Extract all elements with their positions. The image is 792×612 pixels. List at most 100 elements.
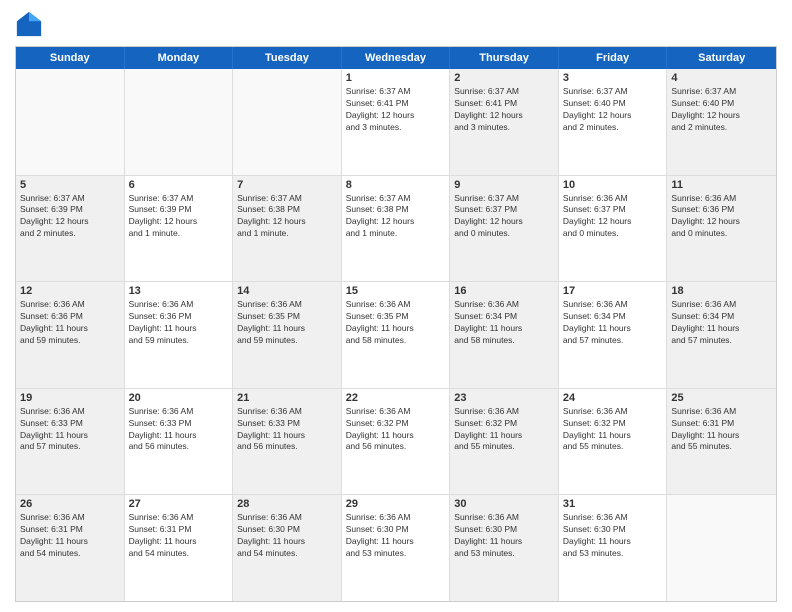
cell-line: and 54 minutes. (237, 548, 337, 560)
day-number: 6 (129, 179, 229, 191)
cell-line: and 59 minutes. (237, 335, 337, 347)
day-number: 3 (563, 72, 663, 84)
day-number: 21 (237, 392, 337, 404)
calendar-cell: 28Sunrise: 6:36 AMSunset: 6:30 PMDayligh… (233, 495, 342, 601)
calendar-cell: 16Sunrise: 6:36 AMSunset: 6:34 PMDayligh… (450, 282, 559, 388)
cell-line: Sunrise: 6:37 AM (346, 86, 446, 98)
calendar-cell: 8Sunrise: 6:37 AMSunset: 6:38 PMDaylight… (342, 176, 451, 282)
day-number: 24 (563, 392, 663, 404)
cell-line: Sunset: 6:39 PM (20, 204, 120, 216)
calendar-cell: 21Sunrise: 6:36 AMSunset: 6:33 PMDayligh… (233, 389, 342, 495)
calendar-cell: 6Sunrise: 6:37 AMSunset: 6:39 PMDaylight… (125, 176, 234, 282)
cell-line: Daylight: 12 hours (671, 110, 772, 122)
cell-line: Sunset: 6:35 PM (237, 311, 337, 323)
weekday-header: Saturday (667, 47, 776, 69)
cell-line: Daylight: 11 hours (346, 536, 446, 548)
calendar-cell: 22Sunrise: 6:36 AMSunset: 6:32 PMDayligh… (342, 389, 451, 495)
cell-line: and 57 minutes. (671, 335, 772, 347)
cell-line: Sunset: 6:36 PM (129, 311, 229, 323)
cell-line: and 58 minutes. (346, 335, 446, 347)
cell-line: Daylight: 11 hours (237, 430, 337, 442)
calendar-row: 19Sunrise: 6:36 AMSunset: 6:33 PMDayligh… (16, 389, 776, 496)
cell-line: Daylight: 11 hours (671, 430, 772, 442)
day-number: 22 (346, 392, 446, 404)
calendar-cell (667, 495, 776, 601)
cell-line: Sunrise: 6:37 AM (346, 193, 446, 205)
cell-line: and 58 minutes. (454, 335, 554, 347)
cell-line: Sunset: 6:32 PM (454, 418, 554, 430)
cell-line: and 3 minutes. (454, 122, 554, 134)
calendar-cell: 13Sunrise: 6:36 AMSunset: 6:36 PMDayligh… (125, 282, 234, 388)
cell-line: Daylight: 11 hours (671, 323, 772, 335)
cell-line: Sunset: 6:31 PM (20, 524, 120, 536)
calendar-header: SundayMondayTuesdayWednesdayThursdayFrid… (16, 47, 776, 69)
cell-line: Daylight: 11 hours (454, 430, 554, 442)
cell-line: and 0 minutes. (454, 228, 554, 240)
cell-line: Sunrise: 6:37 AM (454, 193, 554, 205)
weekday-header: Monday (125, 47, 234, 69)
calendar-row: 1Sunrise: 6:37 AMSunset: 6:41 PMDaylight… (16, 69, 776, 176)
day-number: 7 (237, 179, 337, 191)
cell-line: Sunrise: 6:36 AM (563, 193, 663, 205)
cell-line: Sunrise: 6:37 AM (129, 193, 229, 205)
day-number: 29 (346, 498, 446, 510)
calendar-cell: 25Sunrise: 6:36 AMSunset: 6:31 PMDayligh… (667, 389, 776, 495)
cell-line: Daylight: 12 hours (563, 110, 663, 122)
cell-line: Sunset: 6:33 PM (129, 418, 229, 430)
cell-line: Sunrise: 6:37 AM (671, 86, 772, 98)
cell-line: Daylight: 11 hours (237, 323, 337, 335)
cell-line: Daylight: 11 hours (563, 430, 663, 442)
day-number: 12 (20, 285, 120, 297)
cell-line: and 0 minutes. (671, 228, 772, 240)
cell-line: and 56 minutes. (129, 441, 229, 453)
cell-line: Daylight: 11 hours (563, 536, 663, 548)
cell-line: Daylight: 11 hours (454, 536, 554, 548)
calendar-cell: 4Sunrise: 6:37 AMSunset: 6:40 PMDaylight… (667, 69, 776, 175)
weekday-header: Thursday (450, 47, 559, 69)
cell-line: Sunset: 6:30 PM (346, 524, 446, 536)
calendar-cell (16, 69, 125, 175)
cell-line: Sunset: 6:40 PM (671, 98, 772, 110)
cell-line: Sunrise: 6:36 AM (346, 406, 446, 418)
cell-line: and 54 minutes. (129, 548, 229, 560)
cell-line: Sunrise: 6:36 AM (454, 406, 554, 418)
cell-line: Daylight: 12 hours (129, 216, 229, 228)
day-number: 25 (671, 392, 772, 404)
cell-line: Sunset: 6:30 PM (563, 524, 663, 536)
cell-line: Sunset: 6:41 PM (346, 98, 446, 110)
cell-line: and 2 minutes. (671, 122, 772, 134)
cell-line: Daylight: 11 hours (346, 430, 446, 442)
cell-line: Sunrise: 6:36 AM (129, 299, 229, 311)
cell-line: Sunset: 6:36 PM (671, 204, 772, 216)
calendar-cell: 7Sunrise: 6:37 AMSunset: 6:38 PMDaylight… (233, 176, 342, 282)
day-number: 1 (346, 72, 446, 84)
calendar-cell: 23Sunrise: 6:36 AMSunset: 6:32 PMDayligh… (450, 389, 559, 495)
cell-line: and 54 minutes. (20, 548, 120, 560)
cell-line: Sunrise: 6:36 AM (671, 406, 772, 418)
calendar-cell: 14Sunrise: 6:36 AMSunset: 6:35 PMDayligh… (233, 282, 342, 388)
cell-line: Sunrise: 6:37 AM (454, 86, 554, 98)
cell-line: and 53 minutes. (563, 548, 663, 560)
calendar-cell: 1 Sunrise: 6:37 AMSunset: 6:41 PMDaylight… (342, 69, 451, 175)
cell-line: and 57 minutes. (20, 441, 120, 453)
cell-line: Daylight: 12 hours (20, 216, 120, 228)
cell-line: Sunset: 6:30 PM (454, 524, 554, 536)
calendar-cell: 26Sunrise: 6:36 AMSunset: 6:31 PMDayligh… (16, 495, 125, 601)
calendar-cell: 12Sunrise: 6:36 AMSunset: 6:36 PMDayligh… (16, 282, 125, 388)
calendar-row: 26Sunrise: 6:36 AMSunset: 6:31 PMDayligh… (16, 495, 776, 601)
logo (15, 10, 47, 38)
cell-line: Sunrise: 6:36 AM (129, 406, 229, 418)
calendar-cell: 3Sunrise: 6:37 AMSunset: 6:40 PMDaylight… (559, 69, 668, 175)
day-number: 14 (237, 285, 337, 297)
cell-line: Daylight: 11 hours (563, 323, 663, 335)
calendar-cell: 24Sunrise: 6:36 AMSunset: 6:32 PMDayligh… (559, 389, 668, 495)
cell-line: Sunset: 6:37 PM (563, 204, 663, 216)
calendar-cell: 30Sunrise: 6:36 AMSunset: 6:30 PMDayligh… (450, 495, 559, 601)
day-number: 9 (454, 179, 554, 191)
weekday-header: Friday (559, 47, 668, 69)
cell-line: Daylight: 12 hours (671, 216, 772, 228)
cell-line: Daylight: 12 hours (346, 110, 446, 122)
cell-line: and 2 minutes. (20, 228, 120, 240)
cell-line: Sunset: 6:30 PM (237, 524, 337, 536)
day-number: 16 (454, 285, 554, 297)
